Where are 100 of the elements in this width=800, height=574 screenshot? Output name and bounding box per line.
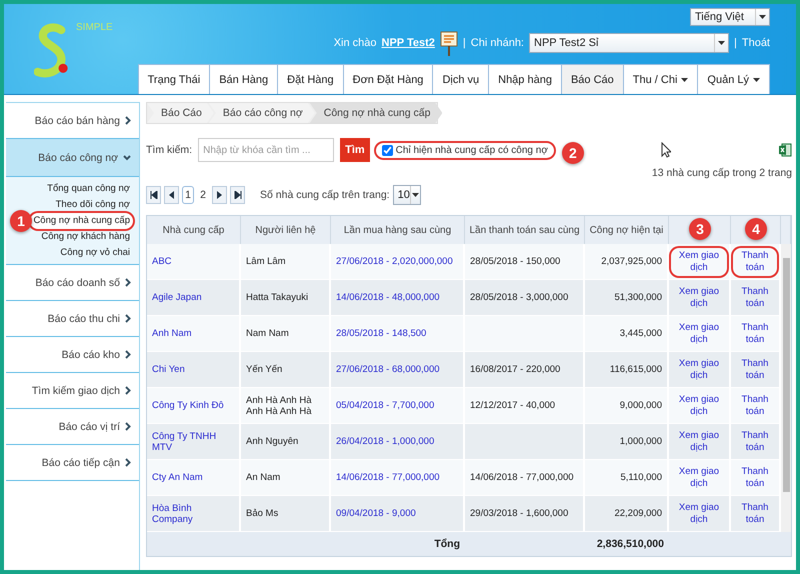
table-cell: 5,110,000 (585, 460, 669, 496)
breadcrumb-item[interactable]: Báo cáo công nợ (208, 103, 315, 123)
chevron-right-icon (125, 314, 131, 323)
callout-number: 1 (10, 210, 32, 232)
submenu-item[interactable]: Theo dõi công nợ (52, 197, 133, 213)
table-cell[interactable]: 09/04/2018 - 9,000 (331, 496, 465, 532)
submenu-item[interactable]: Công nợ khách hàng (38, 229, 133, 245)
caret-icon (681, 78, 688, 82)
nav-tab[interactable]: Quản Lý (697, 64, 770, 94)
sidebar-item[interactable]: Báo cáo công nợ (6, 139, 139, 177)
last-page-icon (234, 191, 242, 199)
table-cell: 28/05/2018 - 3,000,000 (465, 280, 585, 316)
table-cell: 16/08/2017 - 220,000 (465, 352, 585, 388)
table-cell: 2,037,925,000 (585, 244, 669, 280)
first-page-button[interactable] (146, 186, 161, 204)
nav-tab[interactable]: Bán Hàng (209, 64, 278, 94)
search-label: Tìm kiếm: (146, 144, 192, 156)
search-button[interactable]: Tìm (340, 138, 370, 162)
table-cell: 12/12/2017 - 40,000 (465, 388, 585, 424)
chevron-right-icon (125, 386, 131, 395)
chevron-right-icon (125, 458, 131, 467)
callout-number: 4 (745, 218, 767, 240)
table-cell[interactable]: 14/06/2018 - 77,000,000 (331, 460, 465, 496)
table-cell: Yến Yến (241, 352, 331, 388)
next-page-button[interactable] (212, 186, 227, 204)
table-cell[interactable]: ABC (147, 244, 241, 280)
table-cell[interactable]: Cty An Nam (147, 460, 241, 496)
submenu-item[interactable]: Công nợ vỏ chai (57, 245, 133, 261)
table-cell[interactable]: 14/06/2018 - 48,000,000 (331, 280, 465, 316)
submenu-item[interactable]: Công nợ nhà cung cấp (30, 213, 133, 229)
column-header: Người liên hệ (241, 216, 331, 244)
nav-tab[interactable]: Đơn Đặt Hàng (342, 64, 434, 94)
table-cell[interactable]: 26/04/2018 - 1,000,000 (331, 424, 465, 460)
table-cell[interactable]: Hòa Bình Company (147, 496, 241, 532)
nav-tab[interactable]: Thu / Chi (622, 64, 698, 94)
table-cell: Hatta Takayuki (241, 280, 331, 316)
branch-label: Chi nhánh: (470, 37, 524, 49)
next-icon (217, 191, 222, 199)
table-cell: 51,300,000 (585, 280, 669, 316)
excel-icon[interactable] (778, 143, 792, 157)
table-cell: 28/05/2018 - 150,000 (465, 244, 585, 280)
scrollbar[interactable] (781, 244, 791, 532)
checkbox[interactable] (382, 144, 393, 156)
chevron-right-icon (125, 422, 131, 431)
chevron-right-icon (125, 350, 131, 359)
table-cell: 29/03/2018 - 1,600,000 (465, 496, 585, 532)
chevron-down-icon (123, 154, 131, 162)
table-cell[interactable]: 27/06/2018 - 2,020,000,000 (331, 244, 465, 280)
previous-page-button[interactable] (164, 186, 179, 204)
page-size-label: Số nhà cung cấp trên trang: (260, 189, 390, 201)
table-cell: 22,209,000 (585, 496, 669, 532)
table-cell: Lâm Lâm (241, 244, 331, 280)
column-header: Nhà cung cấp (147, 216, 241, 244)
page-number[interactable]: 2 (197, 186, 209, 204)
table-cell: 1,000,000 (585, 424, 669, 460)
column-header: Lần thanh toán sau cùng (465, 216, 585, 244)
language-select[interactable]: Tiếng Việt (690, 8, 770, 26)
column-header: Lần mua hàng sau cùng (331, 216, 465, 244)
callout-number: 3 (689, 218, 711, 240)
breadcrumb-item[interactable]: Báo Cáo (147, 103, 214, 123)
summary-text: 13 nhà cung cấp trong 2 trang (652, 167, 792, 179)
mouse-cursor-icon (660, 142, 671, 158)
nav-tab[interactable]: Đặt Hàng (277, 64, 344, 94)
table-cell[interactable]: Chi Yen (147, 352, 241, 388)
branch-select[interactable]: NPP Test2 Sỉ (529, 33, 729, 53)
separator: | (734, 37, 737, 49)
table-cell[interactable]: Agile Japan (147, 280, 241, 316)
nav-tab[interactable]: Nhập hàng (488, 64, 562, 94)
search-field[interactable]: Nhập từ khóa cần tìm ... (198, 138, 334, 162)
table-cell: Anh Nguyên (241, 424, 331, 460)
chevron-right-icon (125, 278, 131, 287)
chevron-right-icon (125, 116, 131, 125)
caret-icon (759, 15, 766, 19)
table-cell: Bảo Ms (241, 496, 331, 532)
total-label: Tổng (434, 538, 461, 550)
last-page-button[interactable] (230, 186, 245, 204)
breadcrumb-item[interactable]: Công nợ nhà cung cấp (310, 103, 442, 123)
table-cell[interactable]: Công Ty Kinh Đô (147, 388, 241, 424)
greeting-text: Xin chào (334, 37, 377, 49)
column-header: Công nợ hiện tại (585, 216, 669, 244)
signboard-icon (440, 30, 458, 56)
table-cell[interactable]: 27/06/2018 - 68,000,000 (331, 352, 465, 388)
table-cell[interactable]: 28/05/2018 - 148,500 (331, 316, 465, 352)
nav-tab[interactable]: Báo Cáo (560, 64, 624, 94)
nav-tab[interactable]: Trạng Thái (138, 64, 210, 94)
page-size-select[interactable]: 10 (392, 185, 421, 205)
caret-icon (718, 41, 725, 45)
separator: | (462, 37, 466, 49)
callout-number: 2 (562, 142, 584, 164)
submenu-item[interactable]: Tổng quan công nợ (44, 181, 133, 197)
table-cell[interactable]: 05/04/2018 - 7,700,000 (331, 388, 465, 424)
page-number[interactable]: 1 (182, 186, 194, 204)
nav-tab[interactable]: Dịch vụ (432, 64, 490, 94)
table-cell: 116,615,000 (585, 352, 669, 388)
table-cell: 3,445,000 (585, 316, 669, 352)
first-page-icon (150, 191, 158, 199)
table-cell[interactable]: Công Ty TNHH MTV (147, 424, 241, 460)
table-cell[interactable]: Anh Nam (147, 316, 241, 352)
table-cell: Anh Hà Anh Hà Anh Hà Anh Hà (241, 388, 331, 424)
checkbox-label: Chỉ hiện nhà cung cấp có công nợ (396, 144, 548, 156)
